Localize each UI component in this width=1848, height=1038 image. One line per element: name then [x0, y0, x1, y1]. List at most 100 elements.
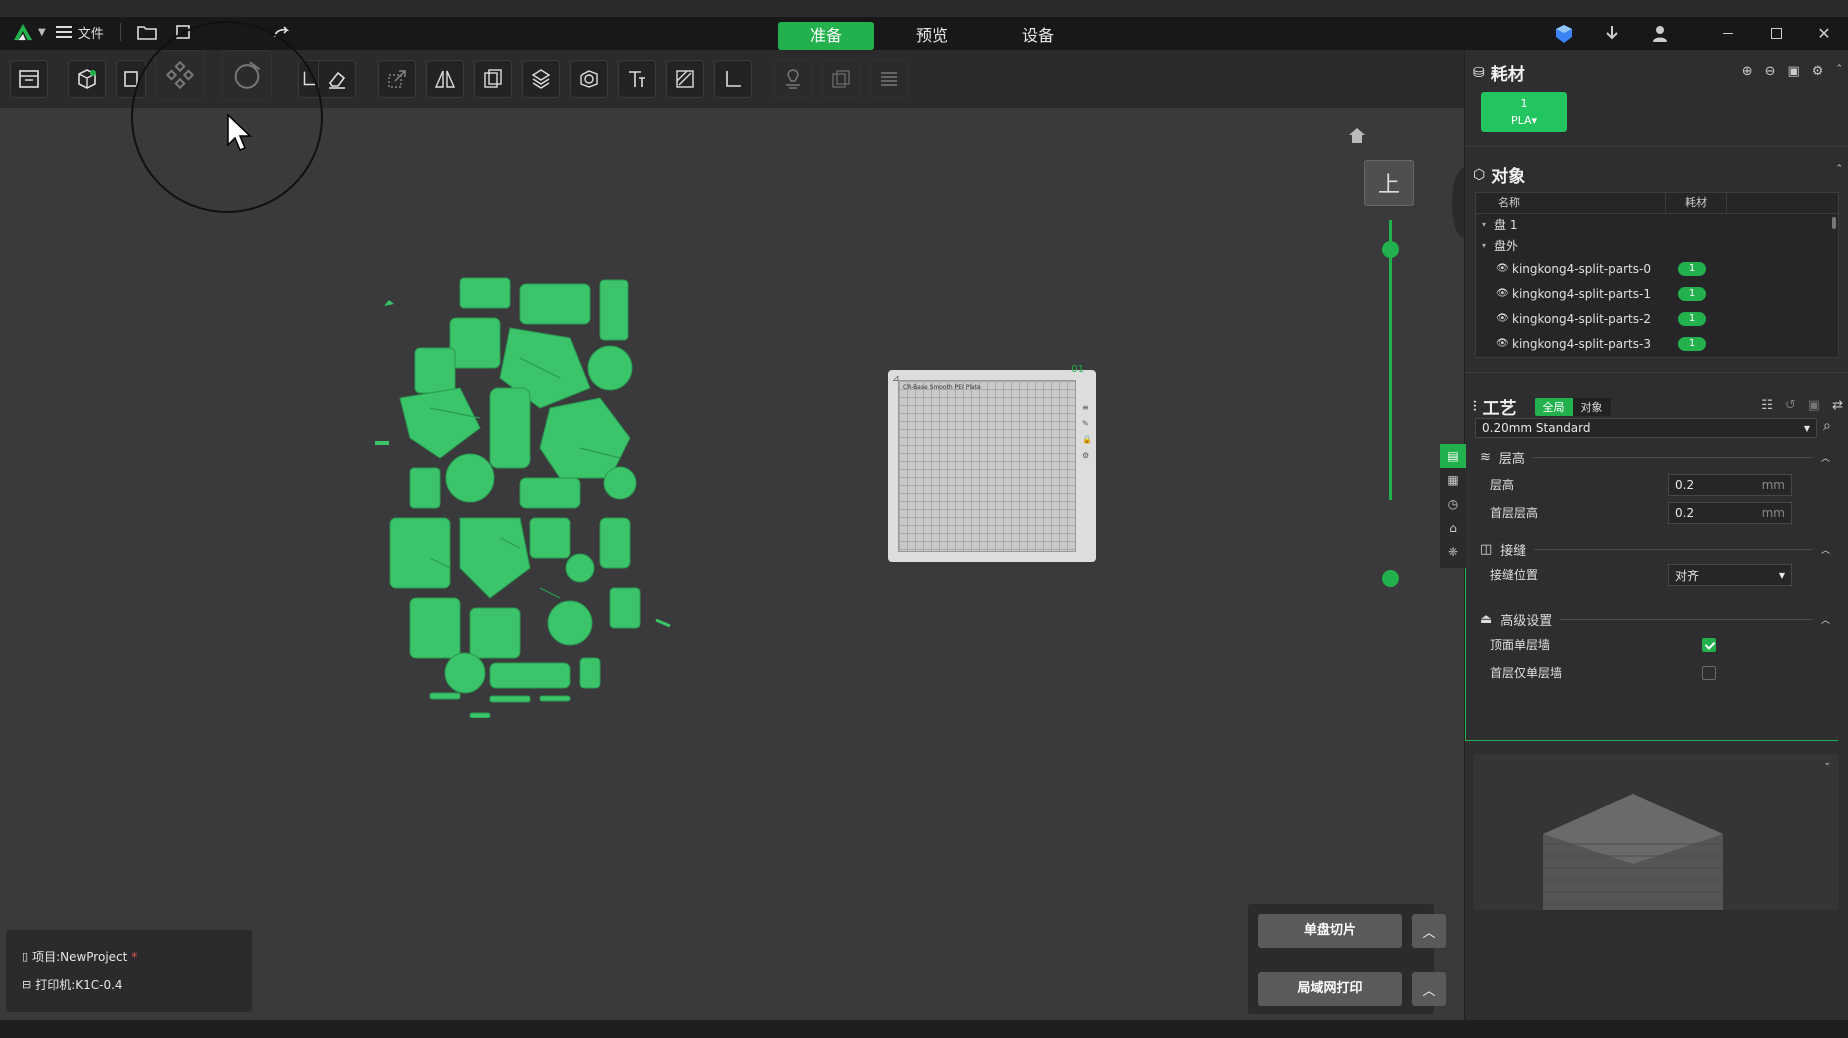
top-single-wall-checkbox[interactable] — [1702, 638, 1716, 652]
lan-print-button[interactable]: 局域网打印 — [1258, 972, 1402, 1006]
hollow-icon[interactable] — [570, 60, 608, 98]
paint-icon[interactable] — [666, 60, 704, 98]
first-single-wall-checkbox[interactable] — [1702, 666, 1716, 680]
save-preset-icon[interactable]: ▣ — [1808, 398, 1820, 413]
tree-plate-1[interactable]: ▾ 盘 1 — [1476, 214, 1838, 235]
seam-position-select[interactable]: 对齐 ▼ — [1668, 564, 1792, 586]
add-model-icon[interactable] — [68, 60, 106, 98]
add-filament-icon[interactable]: ⊕ — [1742, 64, 1753, 79]
compare-icon[interactable]: ⇄ — [1832, 398, 1843, 413]
file-menu-button[interactable]: 文件 — [55, 23, 104, 42]
minimize-icon[interactable] — [1704, 17, 1752, 50]
eye-icon[interactable]: 👁 — [1496, 313, 1512, 324]
object-filament-badge[interactable]: 1 — [1678, 261, 1706, 276]
first-layer-height-input[interactable]: 0.2 mm — [1668, 502, 1792, 524]
tree-outside[interactable]: ▾ 盘外 — [1476, 235, 1838, 256]
toggle-object[interactable]: 对象 — [1572, 397, 1611, 416]
plate-mini-icons[interactable]: ≡ ✎ 🔒 ⚙ — [1082, 400, 1092, 464]
scale-icon[interactable] — [378, 60, 416, 98]
plate-number: 01 — [1071, 364, 1084, 375]
col-name-header[interactable]: 名称 — [1476, 193, 1666, 213]
layer-slider-bottom-handle[interactable] — [1382, 570, 1399, 587]
tree-plate-1-label: 盘 1 — [1494, 218, 1518, 232]
group-advanced[interactable]: ⏏ 高级设置 ︿ — [1480, 610, 1830, 629]
chevron-up-icon[interactable]: ︿ — [1821, 451, 1830, 464]
open-folder-icon[interactable] — [136, 24, 157, 40]
main-tabs: 准备 预览 设备 — [778, 22, 1096, 50]
object-filament-badge[interactable]: 1 — [1678, 336, 1706, 351]
restore-icon[interactable] — [1752, 17, 1800, 50]
layers-list-icon[interactable] — [870, 60, 908, 98]
group-seam[interactable]: ◫ 接缝 ︿ — [1480, 540, 1830, 559]
tab-strength-icon[interactable]: ▦ — [1440, 468, 1466, 492]
chevron-down-icon[interactable]: ▼ — [38, 27, 46, 38]
mirror-icon[interactable] — [426, 60, 464, 98]
col-filament-header[interactable]: 耗材 — [1666, 193, 1727, 213]
close-icon[interactable]: ✕ — [1800, 17, 1848, 50]
expand-chevron-icon[interactable]: ⌄ — [1823, 758, 1831, 768]
app-logo-icon[interactable] — [12, 22, 34, 42]
expand-chevron-icon[interactable]: ▾ — [1482, 220, 1486, 229]
search-icon[interactable]: ⌕ — [1823, 418, 1831, 434]
kingkong-model-parts[interactable] — [370, 268, 680, 718]
list-icon[interactable]: ☷ — [1761, 398, 1773, 413]
remove-filament-icon[interactable]: ⊖ — [1765, 64, 1776, 79]
model-store-icon[interactable] — [1540, 17, 1588, 50]
reset-icon[interactable]: ↺ — [1785, 398, 1796, 413]
tab-others-icon[interactable]: ❈ — [1440, 540, 1466, 564]
boolean-icon[interactable] — [822, 60, 860, 98]
group-layer-height[interactable]: ≋ 层高 ︿ — [1480, 448, 1830, 467]
model-part-small[interactable] — [655, 618, 671, 628]
measure-icon[interactable] — [714, 60, 752, 98]
user-icon[interactable] — [1636, 17, 1684, 50]
list-item[interactable]: 👁 kingkong4-split-parts-2 1 — [1476, 306, 1838, 331]
tab-device[interactable]: 设备 — [990, 22, 1086, 50]
model-part-small[interactable] — [375, 440, 389, 446]
list-item[interactable]: 👁 kingkong4-split-parts-3 1 — [1476, 331, 1838, 356]
list-item[interactable]: 👁 kingkong4-split-parts-0 1 — [1476, 256, 1838, 281]
build-plate[interactable]: ⊿ 01 CR-Base Smooth PEI Plate ≡ ✎ 🔒 ⚙ — [888, 364, 1096, 562]
toggle-global[interactable]: 全局 — [1534, 397, 1573, 416]
objects-collapse-icon[interactable]: ⌃ — [1835, 164, 1843, 174]
model-part-small[interactable] — [383, 298, 395, 308]
object-filament-badge[interactable]: 1 — [1678, 311, 1706, 326]
objects-scrollbar[interactable] — [1832, 217, 1836, 229]
filament-slot-1[interactable]: 1 PLA▾ — [1481, 92, 1567, 132]
edit-filament-icon[interactable]: ▣ — [1788, 64, 1800, 79]
group-seam-title: 接缝 — [1500, 544, 1527, 559]
3d-viewport[interactable]: 上 ⊿ 01 CR-Base Smooth PEI Plate ≡ ✎ 🔒 ⚙ … — [0, 21, 1476, 1020]
layer-cut-icon[interactable] — [522, 60, 560, 98]
home-icon[interactable] — [1347, 126, 1367, 144]
slice-plate-button[interactable]: 单盘切片 — [1258, 914, 1402, 948]
layer-height-input[interactable]: 0.2 mm — [1668, 474, 1792, 496]
preset-select[interactable]: 0.20mm Standard ▼ — [1475, 418, 1817, 438]
print-options-chevron-up-icon[interactable]: ︿ — [1412, 972, 1446, 1006]
clone-icon[interactable] — [474, 60, 512, 98]
chevron-up-icon[interactable]: ︿ — [1821, 543, 1830, 556]
settings-icon[interactable]: ⚙ — [1812, 64, 1824, 79]
tab-preview[interactable]: 预览 — [884, 22, 980, 50]
collapse-icon[interactable]: ⌃ — [1835, 64, 1843, 79]
layer-slider-top-handle[interactable] — [1382, 241, 1399, 258]
eye-icon[interactable]: 👁 — [1496, 338, 1512, 349]
add-plate-icon[interactable] — [10, 60, 48, 98]
tab-prepare[interactable]: 准备 — [778, 22, 874, 50]
erase-icon[interactable] — [318, 60, 356, 98]
slice-options-chevron-up-icon[interactable]: ︿ — [1412, 914, 1446, 948]
layer-slider-track[interactable] — [1389, 220, 1392, 500]
text-icon[interactable] — [618, 60, 656, 98]
tab-speed-icon[interactable]: ◷ — [1440, 492, 1466, 516]
chevron-up-icon[interactable]: ︿ — [1821, 613, 1830, 626]
list-item[interactable]: 👁 kingkong4-split-parts-1 1 — [1476, 281, 1838, 306]
object-filament-badge[interactable]: 1 — [1678, 286, 1706, 301]
eye-icon[interactable]: 👁 — [1496, 288, 1512, 299]
support-icon[interactable] — [774, 60, 812, 98]
tab-quality-icon[interactable]: ▤ — [1440, 444, 1466, 468]
preview-thumbnail[interactable]: ⌄ — [1473, 754, 1839, 910]
eye-icon[interactable]: 👁 — [1496, 263, 1512, 274]
view-cube[interactable]: 上 — [1364, 160, 1414, 206]
settings-side-tabs: ▤ ▦ ◷ ⌂ ❈ — [1440, 444, 1466, 568]
download-icon[interactable] — [1588, 17, 1636, 50]
tab-support-icon[interactable]: ⌂ — [1440, 516, 1466, 540]
expand-chevron-icon[interactable]: ▾ — [1482, 241, 1486, 250]
